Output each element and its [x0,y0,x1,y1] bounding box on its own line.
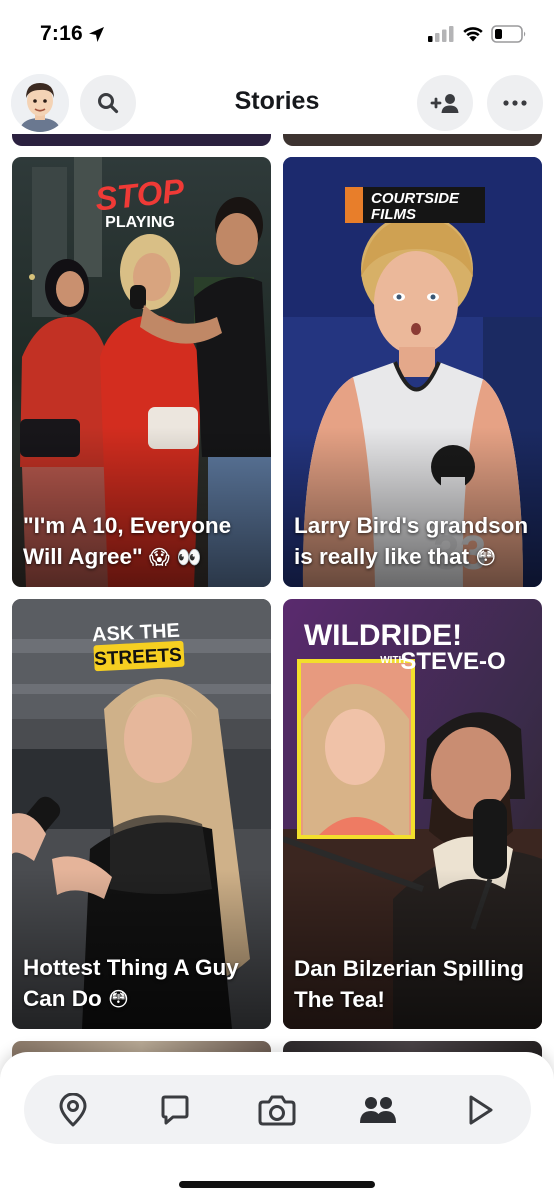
story-overlay-text: COURTSIDE [371,190,460,207]
nav-spotlight-button[interactable] [458,1088,502,1132]
story-title: Hottest Thing A Guy Can Do 😳 [23,952,263,1015]
more-icon [503,100,527,106]
story-card[interactable]: ASK THE STREETS Hottest Thing A Guy Can … [12,599,271,1029]
story-title-text: Dan Bilzerian Spilling The Tea! [294,956,525,1012]
story-overlay-text: PLAYING [105,214,175,231]
story-title-emoji: 😱 👀 [148,545,202,569]
bottom-navigation-bar [24,1075,531,1144]
more-button[interactable] [487,75,543,131]
camera-icon [258,1095,296,1126]
nav-chat-button[interactable] [153,1088,197,1132]
chat-icon [161,1095,189,1125]
story-title-emoji: 😳 [475,545,497,569]
add-friend-button[interactable] [417,75,473,131]
story-overlay-text: STEVE-O [400,648,505,675]
nav-stories-button[interactable] [356,1088,400,1132]
play-icon [469,1095,493,1125]
stories-header: Stories [0,72,554,134]
story-title: Larry Bird's grandson is really like tha… [294,510,534,573]
story-title-emoji: 😳 [108,987,129,1011]
location-arrow-icon [89,27,104,42]
story-title-text: Hottest Thing A Guy Can Do [23,955,239,1011]
friends-icon [360,1097,396,1123]
home-indicator[interactable] [179,1181,375,1188]
story-title: Dan Bilzerian Spilling The Tea! [294,953,534,1015]
previous-row-card-edge [12,134,271,146]
nav-map-button[interactable] [51,1088,95,1132]
previous-row-card-edge [283,134,542,146]
signal-icon [428,26,454,42]
map-pin-icon [59,1093,87,1127]
battery-icon [491,25,526,43]
nav-camera-button[interactable] [255,1088,299,1132]
story-card[interactable]: WILDRIDE! WITH STEVE-O Dan Bilzerian Spi… [283,599,542,1029]
add-friend-icon [430,94,459,113]
status-time: 7:16 [40,22,83,45]
wifi-icon [463,27,483,42]
story-card[interactable]: 33 COURTSIDE FILMS Larry Bird's grandson… [283,157,542,587]
story-overlay-text: FILMS [371,206,416,223]
story-title: "I'm A 10, Everyone Will Agree" 😱 👀 [23,510,263,573]
story-card[interactable]: STOP PLAYING "I'm A 10, Everyone Will Ag… [12,157,271,587]
status-bar: 7:16 [0,0,554,62]
